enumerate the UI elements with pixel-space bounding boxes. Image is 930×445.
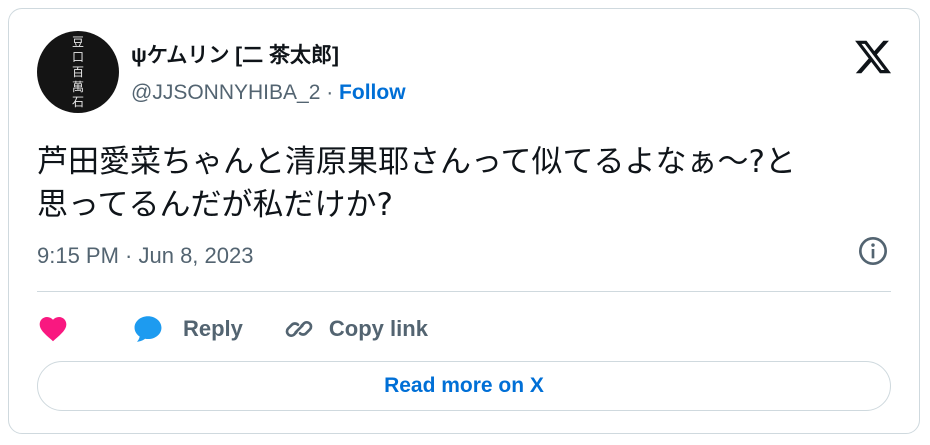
action-bar: Reply Copy link [37,307,428,351]
author-handle-row: @JJSONNYHIBA_2 · Follow [131,81,406,105]
author-handle[interactable]: @JJSONNYHIBA_2 [131,81,320,104]
avatar[interactable]: 豆 口 百 萬 石 [37,31,119,113]
tweet-timestamp[interactable]: 9:15 PM · Jun 8, 2023 [37,243,253,269]
reply-label: Reply [183,316,243,341]
avatar-char: 百 [71,65,84,79]
avatar-char: 石 [71,95,84,109]
like-button[interactable] [37,313,69,345]
read-more-label: Read more on X [384,374,544,397]
author-display-name[interactable]: ψケムリン [二 茶太郎] [131,39,339,69]
copy-link-label: Copy link [328,316,428,341]
reply-button[interactable]: Reply [131,312,243,346]
read-more-button[interactable]: Read more on X [37,361,891,411]
avatar-char: 口 [71,50,84,64]
avatar-glyphs: 豆 口 百 萬 石 [37,31,119,113]
avatar-char: 豆 [71,35,84,49]
copy-link-button[interactable]: Copy link [283,313,428,345]
tweet-card: 豆 口 百 萬 石 ψケムリン [二 茶太郎] @JJSONNYHIBA_2 ·… [8,8,920,434]
x-logo-icon[interactable] [853,37,893,77]
tweet-text-line: 芦田愛菜ちゃんと清原果耶さんって似てるよなぁ〜?と [37,144,796,180]
avatar-char: 萬 [71,80,84,94]
follow-button[interactable]: Follow [339,81,406,104]
heart-icon [39,317,67,342]
divider [37,291,891,292]
tweet-text-line: 思ってるんだが私だけか? [37,187,393,223]
tweet-text: 芦田愛菜ちゃんと清原果耶さんって似てるよなぁ〜?と 思ってるんだが私だけか? [37,141,897,227]
info-icon[interactable] [857,235,889,267]
link-icon [285,321,313,337]
separator: · [320,81,340,104]
speech-bubble-icon [134,316,162,342]
